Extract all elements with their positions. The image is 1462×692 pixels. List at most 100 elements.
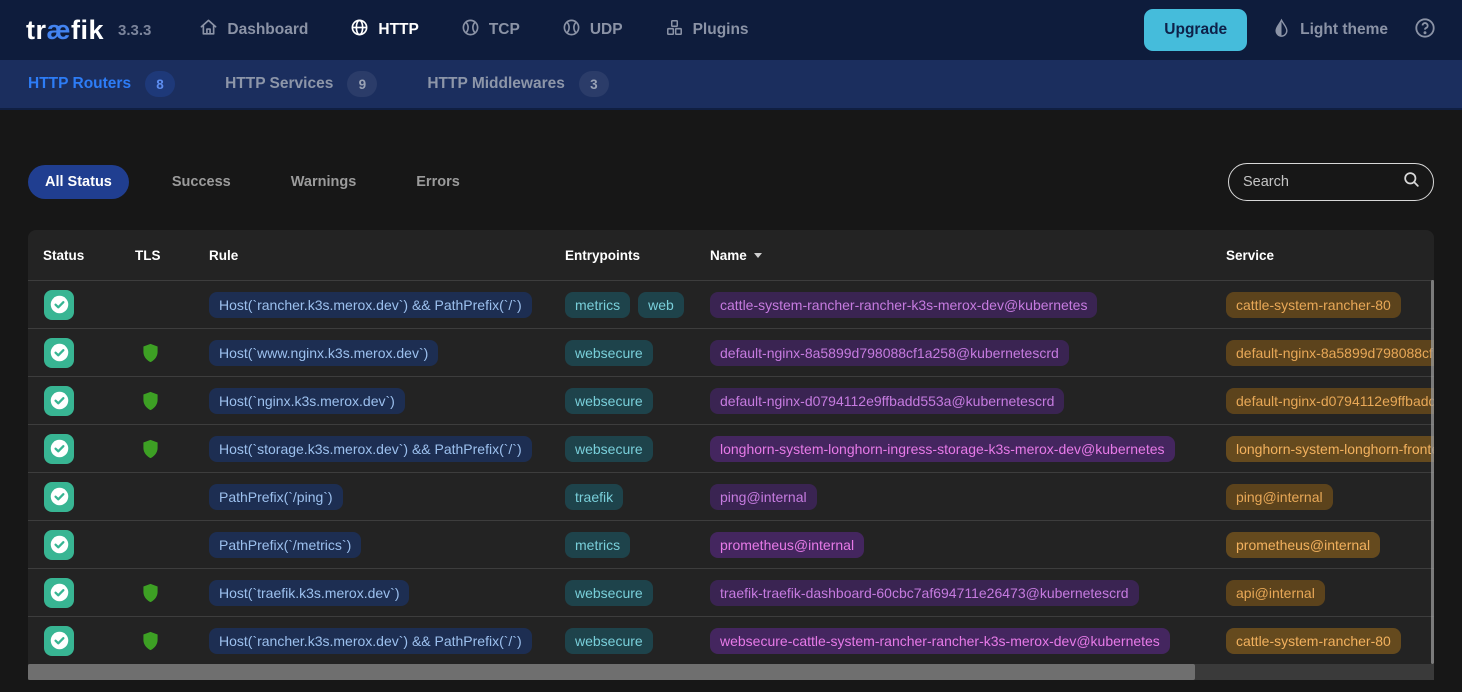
- entrypoints-cell: websecure: [565, 628, 710, 654]
- logo-ae: æ: [47, 15, 72, 46]
- service-chip: ping@internal: [1226, 484, 1333, 510]
- filter-warnings[interactable]: Warnings: [274, 165, 374, 199]
- tab-http-services[interactable]: HTTP Services 9: [225, 71, 377, 97]
- nav-item-http[interactable]: HTTP: [350, 18, 418, 42]
- tab-http-routers[interactable]: HTTP Routers 8: [28, 71, 175, 97]
- table-row[interactable]: Host(`rancher.k3s.merox.dev`) && PathPre…: [28, 616, 1434, 664]
- service-chip: cattle-system-rancher-80: [1226, 628, 1401, 654]
- tls-shield-icon: [142, 343, 209, 363]
- tls-cell: [135, 535, 209, 555]
- rule-cell: PathPrefix(`/ping`): [209, 484, 565, 510]
- tls-shield-icon: [142, 391, 209, 411]
- theme-toggle-label: Light theme: [1300, 21, 1388, 39]
- status-success-icon: [44, 434, 74, 464]
- column-header-status[interactable]: Status: [43, 248, 135, 263]
- upgrade-button[interactable]: Upgrade: [1144, 9, 1247, 51]
- service-chip: longhorn-system-longhorn-frontend: [1226, 436, 1434, 462]
- entrypoints-cell: traefik: [565, 484, 710, 510]
- entrypoints-cell: metrics: [565, 532, 710, 558]
- rule-chip: Host(`storage.k3s.merox.dev`) && PathPre…: [209, 436, 532, 462]
- status-success-icon: [44, 626, 74, 656]
- help-button[interactable]: [1414, 17, 1436, 44]
- entrypoint-chip: web: [638, 292, 684, 318]
- status-cell: [43, 626, 135, 656]
- traefik-logo[interactable]: træfik: [26, 15, 104, 46]
- ball-icon: [562, 18, 581, 42]
- table-row[interactable]: Host(`rancher.k3s.merox.dev`) && PathPre…: [28, 280, 1434, 328]
- entrypoints-cell: websecure: [565, 388, 710, 414]
- nav-item-label: TCP: [489, 21, 520, 39]
- service-cell: ping@internal: [1226, 484, 1434, 510]
- service-cell: cattle-system-rancher-80: [1226, 292, 1434, 318]
- status-success-icon: [44, 290, 74, 320]
- filter-errors[interactable]: Errors: [399, 165, 477, 199]
- column-header-service[interactable]: Service: [1226, 248, 1434, 263]
- nav-item-dashboard[interactable]: Dashboard: [199, 18, 308, 42]
- nav-item-udp[interactable]: UDP: [562, 18, 623, 42]
- cubes-icon: [665, 18, 684, 42]
- service-cell: api@internal: [1226, 580, 1434, 606]
- tls-shield-icon: [142, 583, 209, 603]
- table-row[interactable]: Host(`traefik.k3s.merox.dev`) websecure …: [28, 568, 1434, 616]
- tab-label: HTTP Routers: [28, 75, 131, 93]
- status-success-icon: [44, 482, 74, 512]
- name-chip: longhorn-system-longhorn-ingress-storage…: [710, 436, 1175, 462]
- nav-item-label: Dashboard: [227, 21, 308, 39]
- name-cell: traefik-traefik-dashboard-60cbc7af694711…: [710, 580, 1226, 606]
- filter-success[interactable]: Success: [155, 165, 248, 199]
- entrypoints-cell: websecure: [565, 340, 710, 366]
- service-chip: cattle-system-rancher-80: [1226, 292, 1401, 318]
- status-cell: [43, 338, 135, 368]
- nav-item-label: UDP: [590, 21, 623, 39]
- column-header-name[interactable]: Name: [710, 248, 1226, 263]
- service-chip: default-nginx-d0794112e9ffbadd553a: [1226, 388, 1434, 414]
- logo-text: fik: [71, 15, 104, 46]
- top-bar-actions: Upgrade Light theme: [1144, 9, 1436, 51]
- column-header-label: Name: [710, 248, 747, 263]
- rule-chip: PathPrefix(`/metrics`): [209, 532, 361, 558]
- tls-shield-icon: [142, 631, 209, 651]
- status-cell: [43, 386, 135, 416]
- tls-shield-icon: [142, 439, 209, 459]
- ball-icon: [461, 18, 480, 42]
- horizontal-scrollbar-track[interactable]: [28, 664, 1434, 680]
- entrypoint-chip: websecure: [565, 580, 653, 606]
- table-body: Host(`rancher.k3s.merox.dev`) && PathPre…: [28, 280, 1434, 664]
- theme-toggle[interactable]: Light theme: [1273, 18, 1388, 43]
- vertical-scrollbar[interactable]: [1431, 280, 1434, 664]
- middlewares-count-badge: 3: [579, 71, 609, 97]
- service-cell: prometheus@internal: [1226, 532, 1434, 558]
- horizontal-scrollbar-thumb[interactable]: [28, 664, 1195, 680]
- tls-cell: [135, 583, 209, 603]
- table-row[interactable]: PathPrefix(`/ping`) traefik ping@interna…: [28, 472, 1434, 520]
- nav-item-label: HTTP: [378, 21, 418, 39]
- table-row[interactable]: Host(`www.nginx.k3s.merox.dev`) websecur…: [28, 328, 1434, 376]
- service-chip: api@internal: [1226, 580, 1325, 606]
- tab-http-middlewares[interactable]: HTTP Middlewares 3: [427, 71, 609, 97]
- service-chip: default-nginx-8a5899d798088cf1a258: [1226, 340, 1434, 366]
- column-header-tls[interactable]: TLS: [135, 248, 209, 263]
- rule-chip: Host(`rancher.k3s.merox.dev`) && PathPre…: [209, 292, 532, 318]
- status-cell: [43, 482, 135, 512]
- table-row[interactable]: Host(`nginx.k3s.merox.dev`) websecure de…: [28, 376, 1434, 424]
- nav-item-plugins[interactable]: Plugins: [665, 18, 749, 42]
- search-input[interactable]: [1243, 174, 1402, 190]
- table-row[interactable]: Host(`storage.k3s.merox.dev`) && PathPre…: [28, 424, 1434, 472]
- entrypoints-cell: websecure: [565, 436, 710, 462]
- rule-cell: Host(`nginx.k3s.merox.dev`): [209, 388, 565, 414]
- service-chip: prometheus@internal: [1226, 532, 1380, 558]
- filter-all-status[interactable]: All Status: [28, 165, 129, 199]
- table-row[interactable]: PathPrefix(`/metrics`) metrics prometheu…: [28, 520, 1434, 568]
- globe-icon: [350, 18, 369, 42]
- rule-cell: Host(`storage.k3s.merox.dev`) && PathPre…: [209, 436, 565, 462]
- name-cell: prometheus@internal: [710, 532, 1226, 558]
- service-cell: longhorn-system-longhorn-frontend: [1226, 436, 1434, 462]
- column-header-rule[interactable]: Rule: [209, 248, 565, 263]
- column-header-entrypoints[interactable]: Entrypoints: [565, 248, 710, 263]
- entrypoints-cell: websecure: [565, 580, 710, 606]
- nav-item-tcp[interactable]: TCP: [461, 18, 520, 42]
- status-success-icon: [44, 386, 74, 416]
- logo-text: tr: [26, 15, 47, 46]
- services-count-badge: 9: [347, 71, 377, 97]
- sort-descending-icon: [754, 253, 762, 258]
